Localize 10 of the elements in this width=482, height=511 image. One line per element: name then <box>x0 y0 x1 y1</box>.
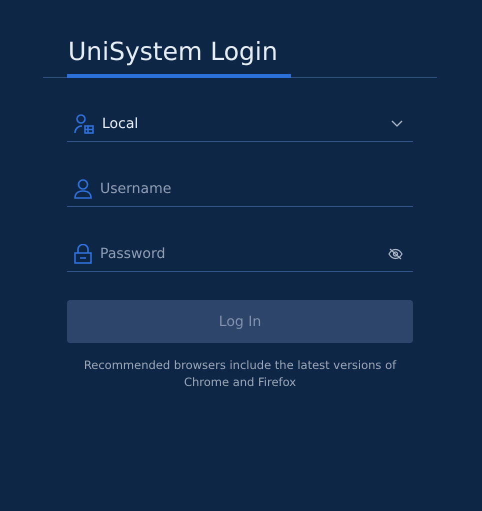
user-directory-icon <box>74 114 94 134</box>
lock-icon <box>74 244 92 264</box>
user-icon <box>74 179 92 199</box>
username-field[interactable]: Username <box>100 181 413 197</box>
login-tab[interactable]: UniSystem Login <box>67 28 291 78</box>
browser-note: Recommended browsers include the latest versions of Chrome and Firefox <box>82 357 398 391</box>
eye-hidden-icon[interactable] <box>388 248 403 260</box>
chevron-down-icon <box>391 120 403 128</box>
password-field[interactable]: Password <box>100 246 380 262</box>
login-type-select[interactable]: Local <box>67 107 413 142</box>
